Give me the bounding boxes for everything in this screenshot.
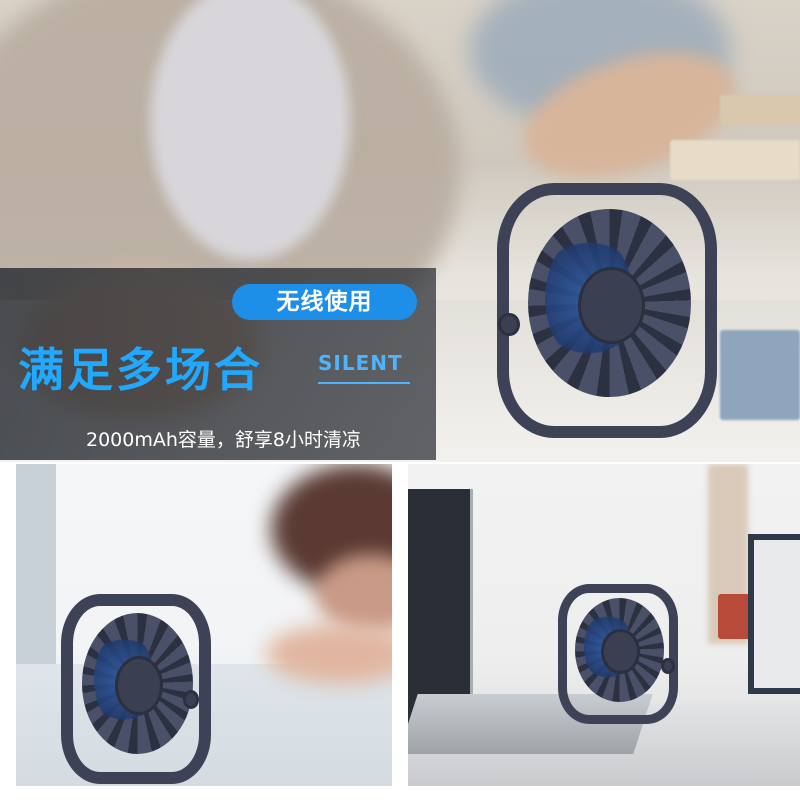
fan-speed-knob xyxy=(185,692,196,707)
silent-underline xyxy=(318,382,410,384)
desk-fan-main xyxy=(497,183,717,438)
book-stack-top xyxy=(720,95,800,125)
bottom-right-photo xyxy=(408,464,800,786)
fan-speed-knob xyxy=(663,661,672,671)
blue-book xyxy=(720,330,800,420)
window xyxy=(16,464,56,674)
book-stack xyxy=(670,140,800,180)
picture-frame xyxy=(748,534,800,694)
product-collage: 无线使用 满足多场合 SILENT 2000mAh容量，舒享8小时清凉 xyxy=(0,0,800,800)
silent-tag: SILENT xyxy=(318,351,403,375)
fan-frame xyxy=(558,584,678,724)
headline: 满足多场合 xyxy=(18,343,263,397)
fan-frame xyxy=(497,183,717,438)
fan-speed-knob xyxy=(501,315,517,334)
bottom-left-photo xyxy=(16,464,392,786)
capacity-subline: 2000mAh容量，舒享8小时清凉 xyxy=(86,429,361,451)
desk-fan-bottom-right xyxy=(558,584,678,724)
wireless-pill-label: 无线使用 xyxy=(232,284,417,320)
fan-frame xyxy=(61,594,211,784)
desk-fan-bottom-left xyxy=(61,594,211,784)
